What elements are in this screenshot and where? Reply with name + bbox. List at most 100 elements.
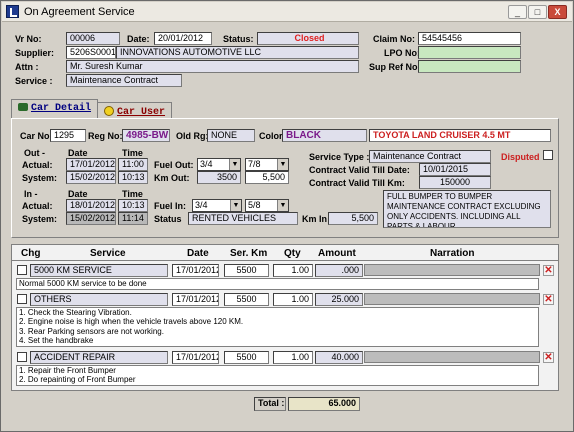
km-out-label: Km Out: (154, 173, 190, 183)
fuel-in-value-1: 3/4 (195, 200, 208, 210)
row-2-qty[interactable]: 1.00 (273, 293, 313, 306)
out-actual-date[interactable]: 17/01/2012 (66, 158, 116, 171)
km-out-field-2[interactable]: 5,500 (245, 171, 289, 184)
in-actual-time[interactable]: 10:13 (118, 199, 148, 212)
out-system-label: System: (22, 173, 58, 183)
fuel-in-label: Fuel In: (154, 201, 186, 211)
tab-car-user-label: Car User (117, 107, 166, 118)
in-system-time: 11:14 (118, 212, 148, 225)
km-in-label: Km In (302, 214, 328, 224)
service-field[interactable]: Maintenance Contract (66, 74, 182, 87)
date-label: Date: (127, 34, 150, 44)
row-3-delete-icon[interactable]: ✕ (543, 352, 554, 363)
row-1-delete-icon[interactable]: ✕ (543, 265, 554, 276)
valid-km-label: Contract Valid Till Km: (309, 178, 405, 188)
row-1-date[interactable]: 17/01/2012 (172, 264, 219, 277)
row-2-delete-icon[interactable]: ✕ (543, 294, 554, 305)
km-in-field[interactable]: 5,500 (328, 212, 378, 225)
service-label: Service : (15, 76, 53, 86)
out-actual-time[interactable]: 11:00 (118, 158, 148, 171)
vr-no-field[interactable]: 00006 (66, 32, 120, 45)
fuel-in-select-1[interactable]: 3/4 ▼ (192, 199, 242, 212)
sup-ref-field[interactable] (418, 60, 521, 73)
row-3-qty[interactable]: 1.00 (273, 351, 313, 364)
maximize-button[interactable]: □ (528, 5, 547, 19)
car-no-label: Car No: (20, 131, 53, 141)
row-2-km[interactable]: 5500 (224, 293, 269, 306)
valid-km-field: 150000 (419, 176, 491, 189)
row-3-chg-checkbox[interactable] (17, 352, 27, 362)
smiley-icon (104, 106, 114, 116)
row-2-notes[interactable]: 1. Check the Stearing Vibration. 2. Engi… (16, 307, 539, 347)
fuel-out-select-2[interactable]: 7/8 ▼ (245, 158, 289, 171)
col-amount: Amount (318, 248, 356, 259)
out-date-header: Date (68, 148, 88, 158)
row-3-service[interactable]: ACCIDENT REPAIR (30, 351, 168, 364)
remark-box: FULL BUMPER TO BUMPER MAINTENANCE CONTRA… (383, 190, 551, 228)
disputed-checkbox[interactable] (543, 150, 553, 160)
chevron-down-icon: ▼ (277, 200, 288, 211)
chevron-down-icon: ▼ (277, 159, 288, 170)
old-rg-label: Old Rg: (176, 131, 209, 141)
km-out-field-1[interactable]: 3500 (197, 171, 241, 184)
row-3-km[interactable]: 5500 (224, 351, 269, 364)
supplier-name-field[interactable]: INNOVATIONS AUTOMOTIVE LLC (116, 46, 359, 59)
row-1-qty[interactable]: 1.00 (273, 264, 313, 277)
model-field: TOYOTA LAND CRUISER 4.5 MT (369, 129, 551, 142)
row-3-notes[interactable]: 1. Repair the Front Bumper 2. Do repaint… (16, 365, 539, 386)
car-detail-panel: Car No: 1295 Reg No: 4985-BW Old Rg: NON… (11, 118, 559, 238)
tab-car-user[interactable]: Car User (97, 102, 173, 119)
close-button[interactable]: X (548, 5, 567, 19)
tab-car-detail[interactable]: Car Detail (11, 99, 99, 119)
in-system-date: 15/02/2012 (66, 212, 116, 225)
attn-label: Attn : (15, 62, 39, 72)
col-chg: Chg (21, 248, 41, 259)
color-label: Color (259, 131, 283, 141)
total-field: 65.000 (288, 397, 360, 411)
vr-no-label: Vr No: (15, 34, 42, 44)
row-2-date[interactable]: 17/01/2012 (172, 293, 219, 306)
date-field[interactable]: 20/01/2012 (154, 32, 212, 45)
fuel-in-value-2: 5/8 (248, 200, 261, 210)
row-3-narration[interactable] (364, 351, 540, 363)
row-2-chg-checkbox[interactable] (17, 294, 27, 304)
service-type-field: Maintenance Contract (369, 150, 491, 163)
out-time-header: Time (122, 148, 143, 158)
row-1-km[interactable]: 5500 (224, 264, 269, 277)
service-grid: Chg Service Date Ser. Km Qty Amount Narr… (11, 244, 559, 391)
in-system-label: System: (22, 214, 58, 224)
row-3-note-line: 1. Repair the Front Bumper (19, 366, 116, 375)
row-3-amount[interactable]: 40.000 (315, 351, 363, 364)
row-1-amount[interactable]: .000 (315, 264, 363, 277)
chevron-down-icon: ▼ (230, 200, 241, 211)
in-label: In - (24, 189, 38, 199)
header-divider (12, 260, 558, 261)
lpo-no-field[interactable] (418, 46, 521, 59)
total-label: Total : (254, 397, 286, 411)
row-1-service[interactable]: 5000 KM SERVICE (30, 264, 168, 277)
row-1-chg-checkbox[interactable] (17, 265, 27, 275)
claim-no-field[interactable]: 54545456 (418, 32, 521, 45)
minimize-button[interactable]: _ (508, 5, 527, 19)
row-2-amount[interactable]: 25.000 (315, 293, 363, 306)
fuel-in-select-2[interactable]: 5/8 ▼ (245, 199, 289, 212)
chevron-down-icon: ▼ (229, 159, 240, 170)
row-2-note-line: 2. Engine noise is high when the vehicle… (19, 317, 244, 327)
in-actual-label: Actual: (22, 201, 53, 211)
col-service: Service (90, 248, 126, 259)
supplier-code-field[interactable]: 5206S0001 (66, 46, 116, 59)
in-status-field: RENTED VEHICLES (188, 212, 298, 225)
car-no-field[interactable]: 1295 (50, 129, 86, 142)
col-ser-km: Ser. Km (230, 248, 268, 259)
row-2-narration[interactable] (364, 293, 540, 305)
row-2-service[interactable]: OTHERS (30, 293, 168, 306)
col-qty: Qty (284, 248, 301, 259)
fuel-out-select-1[interactable]: 3/4 ▼ (197, 158, 241, 171)
attn-field[interactable]: Mr. Suresh Kumar (66, 60, 359, 73)
in-actual-date[interactable]: 18/01/2012 (66, 199, 116, 212)
sup-ref-label: Sup Ref No: (369, 62, 421, 72)
in-status-label: Status (154, 214, 182, 224)
row-1-narration[interactable] (364, 264, 540, 276)
row-1-notes[interactable]: Normal 5000 KM service to be done (16, 278, 539, 290)
row-3-date[interactable]: 17/01/2012 (172, 351, 219, 364)
